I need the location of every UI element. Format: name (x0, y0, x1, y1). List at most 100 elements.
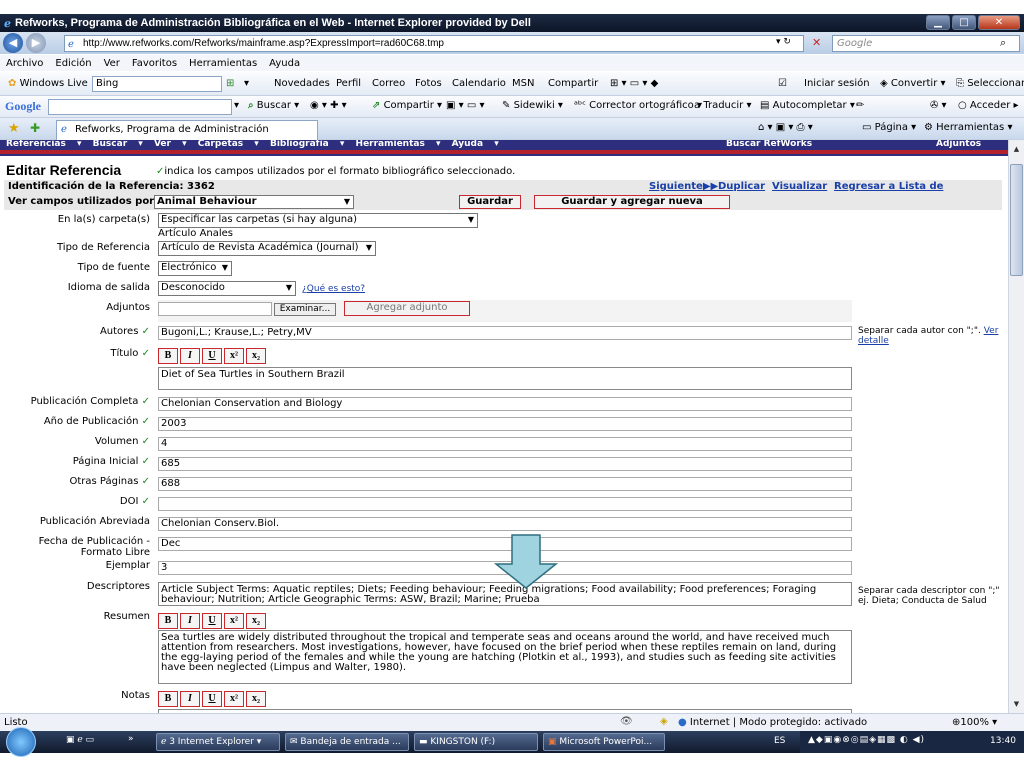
format-select[interactable]: Animal Behaviour ▼ (154, 195, 354, 209)
duplicate-link[interactable]: Duplicar (718, 180, 765, 194)
google-share-button[interactable]: ⇗ Compartir ▾ (372, 100, 442, 111)
volume-input[interactable]: 4 (158, 437, 852, 451)
menu-favoritos[interactable]: Favoritos (132, 58, 177, 69)
italic-button[interactable]: I (180, 691, 200, 707)
minimize-button[interactable]: ▁ (926, 15, 950, 30)
abstract-textarea[interactable]: Sea turtles are widely distributed throu… (158, 630, 852, 684)
superscript-button[interactable]: x² (224, 348, 244, 364)
live-link-fotos[interactable]: Fotos (415, 78, 442, 89)
taskbar-inbox[interactable]: ✉ Bandeja de entrada ... (285, 733, 409, 751)
language-indicator[interactable]: ES (774, 736, 785, 746)
taskbar-powerpoint[interactable]: ▣ Microsoft PowerPoi... (543, 733, 665, 751)
authors-input[interactable]: Bugoni,L.; Krause,L.; Petry,MV (158, 326, 852, 340)
home-icon[interactable]: ⌂ ▾ ▣ ▾ ⎙ ▾ (758, 122, 813, 133)
url-input[interactable]: ℯ http://www.refworks.com/Refworks/mainf… (64, 35, 804, 52)
google-extra-icons[interactable]: ◉ ▾ ✚ ▾ (310, 100, 347, 111)
output-language-select[interactable]: Desconocido ▼ (158, 281, 296, 296)
underline-button[interactable]: U (202, 348, 222, 364)
back-button[interactable]: ◀ (3, 33, 23, 53)
refresh-icon[interactable]: ▾ ↻ (776, 37, 791, 47)
what-is-this-link[interactable]: ¿Qué es esto? (302, 284, 365, 294)
nav-attachments[interactable]: Adjuntos (936, 140, 981, 149)
year-input[interactable]: 2003 (158, 417, 852, 431)
live-signin[interactable]: Iniciar sesión (804, 78, 870, 89)
nav-ver[interactable]: Ver ▾ (154, 140, 187, 149)
favorites-star-icon[interactable]: ★ (8, 121, 20, 136)
italic-button[interactable]: I (180, 613, 200, 629)
security-zone[interactable]: ● Internet | Modo protegido: activado (678, 717, 867, 728)
google-dropdown-icon[interactable]: ▾ (234, 100, 239, 111)
close-button[interactable]: ✕ (978, 15, 1020, 30)
more-icon[interactable]: » (128, 734, 134, 744)
menu-archivo[interactable]: Archivo (6, 58, 43, 69)
source-type-select[interactable]: Electrónico ▼ (158, 261, 232, 276)
superscript-button[interactable]: x² (224, 691, 244, 707)
translate-button[interactable]: a Traducir ▾ (694, 100, 751, 111)
nav-herramientas[interactable]: Herramientas ▾ (356, 140, 441, 149)
pencil-icon[interactable]: ✏ (856, 100, 864, 111)
add-attachment-button[interactable]: Agregar adjunto (344, 301, 470, 316)
menu-ayuda[interactable]: Ayuda (269, 58, 300, 69)
nav-ayuda[interactable]: Ayuda ▾ (452, 140, 499, 149)
maximize-button[interactable]: □ (952, 15, 976, 30)
google-search-button[interactable]: ⌕ Buscar ▾ (248, 100, 299, 111)
underline-button[interactable]: U (202, 613, 222, 629)
search-icon[interactable]: ⌕ (1000, 36, 1006, 50)
live-link-calendario[interactable]: Calendario (452, 78, 506, 89)
vertical-scrollbar[interactable]: ▲ ▼ (1008, 140, 1024, 713)
autofill-button[interactable]: ▤ Autocompletar ▾ (760, 100, 855, 111)
addon-icon[interactable]: ◈ (660, 716, 668, 727)
live-link-perfil[interactable]: Perfil (336, 78, 361, 89)
underline-button[interactable]: U (202, 691, 222, 707)
menu-herramientas[interactable]: Herramientas (189, 58, 257, 69)
live-link-correo[interactable]: Correo (372, 78, 405, 89)
live-link-compartir[interactable]: Compartir (548, 78, 598, 89)
next-link[interactable]: Siguiente▶▶ (649, 180, 718, 194)
bold-button[interactable]: B (158, 691, 178, 707)
tab-refworks[interactable]: ℯ Refworks, Programa de Administración B… (56, 120, 318, 153)
sidewiki-button[interactable]: ✎ Sidewiki ▾ (502, 100, 563, 111)
other-pages-input[interactable]: 688 (158, 477, 852, 491)
nav-referencias[interactable]: Referencias ▾ (6, 140, 82, 149)
nav-bibliografia[interactable]: Bibliografía ▾ (270, 140, 344, 149)
nav-buscar[interactable]: Buscar ▾ (93, 140, 143, 149)
wrench-icon[interactable]: ✇ ▾ (930, 100, 947, 111)
menu-ver[interactable]: Ver (104, 58, 120, 69)
clock[interactable]: 13:40 (990, 736, 1016, 746)
superscript-button[interactable]: x² (224, 613, 244, 629)
live-link-msn[interactable]: MSN (512, 78, 534, 89)
view-link[interactable]: Visualizar (772, 180, 827, 194)
google-more-icons[interactable]: ▣ ▾ ▭ ▾ (446, 100, 484, 111)
forward-button[interactable]: ▶ (26, 33, 46, 53)
live-dropdown-icon[interactable]: ▾ (244, 78, 249, 89)
live-link-novedades[interactable]: Novedades (274, 78, 330, 89)
doi-input[interactable] (158, 497, 852, 511)
convert-button[interactable]: ◈ Convertir ▾ (880, 78, 946, 89)
abbreviated-publication-input[interactable]: Chelonian Conserv.Biol. (158, 517, 852, 531)
zoom-level[interactable]: ⊕100% ▾ (952, 717, 997, 728)
add-favorite-icon[interactable]: ✚ (30, 121, 40, 135)
live-tools-icons[interactable]: ⊞ ▾ ▭ ▾ ◆ (610, 78, 658, 89)
taskbar-internet-explorer[interactable]: ℯ 3 Internet Explorer ▾ (156, 733, 280, 751)
scroll-up-icon[interactable]: ▲ (1010, 142, 1023, 156)
save-and-new-button[interactable]: Guardar y agregar nueva (534, 195, 730, 209)
bold-button[interactable]: B (158, 348, 178, 364)
tray-icons[interactable]: ▲◆▣◉⊗◎▤◈▦▩ ◐ ◀) (808, 735, 925, 745)
signin-icon[interactable]: ☑ (778, 78, 787, 89)
subscript-button[interactable]: x₂ (246, 691, 266, 707)
menu-edicion[interactable]: Edición (55, 58, 91, 69)
stop-icon[interactable]: ✕ (812, 36, 821, 49)
italic-button[interactable]: I (180, 348, 200, 364)
nav-search-refworks[interactable]: Buscar RefWorks (726, 140, 812, 149)
bold-button[interactable]: B (158, 613, 178, 629)
publication-input[interactable]: Chelonian Conservation and Biology (158, 397, 852, 411)
spellcheck-button[interactable]: ᵃᵇᶜ Corrector ortográfico ▾ (574, 100, 702, 111)
start-page-input[interactable]: 685 (158, 457, 852, 471)
subscript-button[interactable]: x₂ (246, 613, 266, 629)
browse-button[interactable]: Examinar... (274, 303, 336, 316)
privacy-icon[interactable]: 👁 (620, 716, 633, 727)
attachment-file-input[interactable] (158, 302, 272, 316)
quicklaunch-icons[interactable]: ▣ ℯ ▭ (66, 735, 94, 745)
live-search-icon[interactable]: ⊞ (226, 78, 234, 89)
save-button[interactable]: Guardar (459, 195, 521, 209)
